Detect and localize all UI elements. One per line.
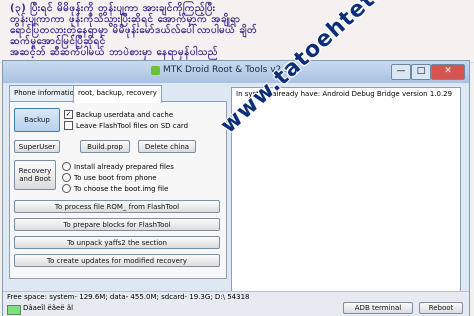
banner-line-4: ဆက်မှုအောင်မြင်ပြီဆိုရင် bbox=[10, 36, 106, 47]
status-bar: Free space: system- 129.6M; data- 455.0M… bbox=[3, 291, 469, 316]
banner-line-1: (၃) ပြီးရင် မိမိဖုန်းကို တွန်းပျကာ အားချ… bbox=[10, 3, 216, 14]
close-button[interactable]: ✕ bbox=[431, 64, 465, 80]
connection-indicator bbox=[7, 305, 21, 315]
backup-button[interactable]: Backup bbox=[14, 108, 60, 132]
reboot-button[interactable]: Reboot bbox=[419, 302, 463, 314]
banner-line-5: အဆင့်ဘ် ဆီဆက်ပါမယ် ဘာပဲစားမှာ နေရာမှန်ပါ… bbox=[10, 47, 219, 58]
create-updates-button[interactable]: To create updates for modified recovery bbox=[14, 254, 220, 267]
leave-flashtool-checkbox[interactable]: Leave FlashTool files on SD card bbox=[64, 121, 188, 130]
maximize-button[interactable]: □ bbox=[411, 64, 431, 80]
tab-root-backup-recovery[interactable]: root, backup, recovery bbox=[73, 85, 162, 103]
radio-label: To choose the boot.img file bbox=[74, 184, 169, 193]
status-label: Dâaeîl ëâeë âl bbox=[23, 304, 74, 312]
prepare-blocks-button[interactable]: To prepare blocks for FlashTool bbox=[14, 218, 220, 231]
radio-icon bbox=[62, 162, 71, 171]
process-rom-button[interactable]: To process file ROM_ from FlashTool bbox=[14, 200, 220, 213]
adb-terminal-button[interactable]: ADB terminal bbox=[343, 302, 413, 314]
radio-icon bbox=[62, 184, 71, 193]
left-panel: Phone information root, backup, recovery… bbox=[9, 85, 227, 291]
delete-china-button[interactable]: Delete china bbox=[138, 140, 196, 153]
instruction-banner: (၃) ပြီးရင် မိမိဖုန်းကို တွန်းပျကာ အားချ… bbox=[0, 0, 474, 63]
buildprop-button[interactable]: Build.prop bbox=[80, 140, 130, 153]
radio-choose-boot-img[interactable]: To choose the boot.img file bbox=[62, 184, 168, 193]
radio-label: Install already prepared files bbox=[74, 162, 174, 171]
minimize-button[interactable]: — bbox=[391, 64, 411, 80]
title-bar: MTK Droid Root & Tools v2.3.4 — □ ✕ bbox=[3, 61, 469, 83]
checkbox-label: Backup userdata and cache bbox=[76, 110, 174, 119]
radio-install-prepared[interactable]: Install already prepared files bbox=[62, 162, 174, 171]
checkbox-label: Leave FlashTool files on SD card bbox=[76, 121, 189, 130]
tab-content: Backup ✓ Backup userdata and cache Leave… bbox=[9, 101, 227, 279]
radio-boot-from-phone[interactable]: To use boot from phone bbox=[62, 173, 157, 182]
app-window: MTK Droid Root & Tools v2.3.4 — □ ✕ Phon… bbox=[2, 60, 470, 316]
free-space-text: Free space: system- 129.6M; data- 455.0M… bbox=[7, 293, 250, 301]
superuser-button[interactable]: SuperUser bbox=[14, 140, 60, 153]
banner-line-2: တွန်းပျကာကာ ဖုန်းကိုသိသွားပြီးဆိုရင် အော… bbox=[10, 14, 241, 25]
checkbox-icon: ✓ bbox=[64, 110, 73, 119]
log-output[interactable]: In system already have: Android Debug Br… bbox=[231, 87, 461, 293]
banner-line-3: ရောင်ပြတလားတဲ့နေရာမှာ မိမိဖုန်းမော်ဒယ်လ်… bbox=[10, 25, 258, 36]
recovery-and-boot-button[interactable]: Recovery and Boot bbox=[14, 160, 56, 190]
android-icon bbox=[151, 66, 160, 75]
radio-icon bbox=[62, 173, 71, 182]
radio-label: To use boot from phone bbox=[74, 173, 157, 182]
checkbox-icon bbox=[64, 121, 73, 130]
unpack-yaffs2-button[interactable]: To unpack yaffs2 the section bbox=[14, 236, 220, 249]
backup-userdata-checkbox[interactable]: ✓ Backup userdata and cache bbox=[64, 110, 173, 119]
